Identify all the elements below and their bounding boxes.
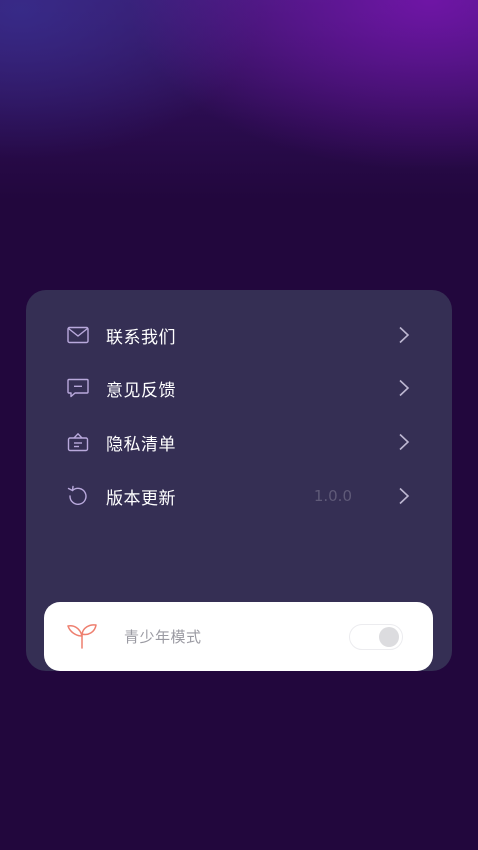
sprout-icon (66, 622, 98, 650)
menu-item-label: 联系我们 (106, 327, 176, 348)
feedback-icon (66, 376, 90, 400)
chevron-right-icon (396, 486, 412, 506)
teen-mode-label: 青少年模式 (124, 628, 202, 646)
refresh-icon (66, 484, 90, 508)
menu-item-feedback[interactable]: 意见反馈 (66, 368, 412, 408)
menu-item-contact-us[interactable]: 联系我们 (66, 315, 412, 355)
chevron-right-icon (396, 325, 412, 345)
menu-item-label: 意见反馈 (106, 380, 176, 401)
privacy-list-icon (66, 430, 90, 454)
menu-item-label: 隐私清单 (106, 434, 176, 455)
menu-item-privacy-list[interactable]: 隐私清单 (66, 422, 412, 462)
toggle-knob (379, 627, 399, 647)
teen-mode-toggle[interactable] (349, 624, 403, 650)
menu-item-label: 版本更新 (106, 488, 176, 509)
teen-mode-row: 青少年模式 (44, 602, 433, 671)
chevron-right-icon (396, 432, 412, 452)
version-number: 1.0.0 (313, 487, 352, 505)
mail-icon (66, 323, 90, 347)
chevron-right-icon (396, 378, 412, 398)
menu-item-version-update[interactable]: 版本更新 1.0.0 (66, 476, 412, 516)
